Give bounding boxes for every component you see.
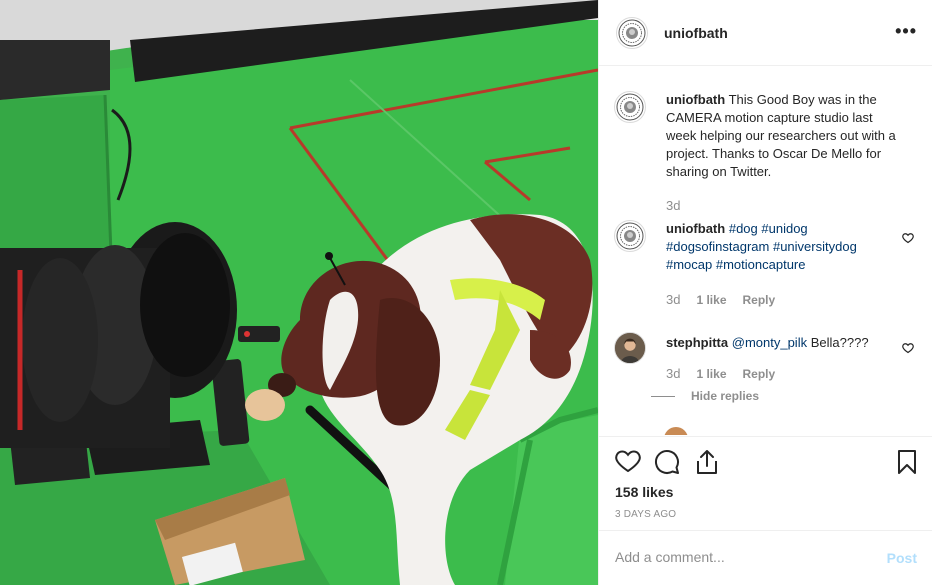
post-date[interactable]: 3 DAYS AGO <box>615 509 676 520</box>
comment-likes[interactable]: 1 like <box>696 367 726 381</box>
hashtag-link[interactable]: #motioncapture <box>716 257 806 272</box>
add-comment-bar: Post <box>599 530 932 585</box>
reply-button[interactable]: Reply <box>743 293 776 307</box>
post-header: uniofbath ••• <box>599 0 932 66</box>
more-icon[interactable]: ••• <box>895 22 917 40</box>
post-comment-button[interactable]: Post <box>887 550 917 566</box>
comment-username[interactable]: uniofbath <box>666 92 725 107</box>
comment-body: uniofbath This Good Boy was in the CAMER… <box>666 91 896 181</box>
comment-meta: 3d 1 like Reply <box>666 366 775 381</box>
hashtag-comment: uniofbath #dog #unidog #dogsofinstagram … <box>614 220 914 310</box>
hashtag-link[interactable]: #unidog <box>761 221 807 236</box>
avatar[interactable] <box>614 332 646 364</box>
like-comment-heart-icon[interactable] <box>902 232 914 244</box>
comment-likes[interactable]: 1 like <box>696 293 726 307</box>
comment-body: stephpitta @monty_pilk Bella???? <box>666 334 896 352</box>
comment-body: uniofbath #dog #unidog #dogsofinstagram … <box>666 220 896 274</box>
university-seal-icon <box>616 222 644 250</box>
comment-time[interactable]: 3d <box>666 366 680 381</box>
comment-time[interactable]: 3d <box>666 292 680 307</box>
avatar[interactable] <box>614 220 646 252</box>
avatar[interactable] <box>616 16 648 49</box>
user-photo-icon <box>615 333 645 363</box>
comment-username[interactable]: stephpitta <box>666 335 728 350</box>
reply-comment: stephpitta @monty_pilk Bella???? 3d 1 li… <box>614 332 914 422</box>
avatar[interactable] <box>614 91 646 123</box>
hide-replies-button[interactable]: Hide replies <box>651 389 759 403</box>
hashtag-link[interactable]: #universitydog <box>773 239 857 254</box>
share-icon[interactable] <box>695 449 719 475</box>
comment-meta: 3d <box>666 198 680 213</box>
add-comment-input[interactable] <box>615 549 875 565</box>
post-photo[interactable] <box>0 0 598 585</box>
next-comment-avatar[interactable] <box>664 427 688 435</box>
bookmark-icon[interactable] <box>897 449 917 475</box>
university-seal-icon <box>616 93 644 121</box>
caption-comment: uniofbath This Good Boy was in the CAMER… <box>614 91 914 231</box>
likes-count[interactable]: 158 likes <box>615 484 673 500</box>
reply-button[interactable]: Reply <box>743 367 776 381</box>
post-side-panel: uniofbath ••• uniofbath This Good Boy wa… <box>598 0 932 585</box>
comments-list[interactable]: uniofbath This Good Boy was in the CAMER… <box>599 67 932 435</box>
post-actions: 158 likes 3 DAYS AGO <box>599 436 932 530</box>
dog-in-studio-image <box>0 0 598 585</box>
university-seal-icon <box>618 19 646 46</box>
hashtag-link[interactable]: #mocap <box>666 257 712 272</box>
comment-time[interactable]: 3d <box>666 198 680 213</box>
comment-meta: 3d 1 like Reply <box>666 292 775 307</box>
hashtag-link[interactable]: #dog <box>729 221 758 236</box>
comment-icon[interactable] <box>654 449 680 475</box>
post-author-username[interactable]: uniofbath <box>664 25 728 41</box>
comment-username[interactable]: uniofbath <box>666 221 725 236</box>
heart-icon[interactable] <box>615 449 641 473</box>
comment-text: Bella???? <box>810 335 869 350</box>
replies-divider-line <box>651 395 675 397</box>
hashtag-link[interactable]: #dogsofinstagram <box>666 239 769 254</box>
mention-link[interactable]: @monty_pilk <box>732 335 807 350</box>
like-comment-heart-icon[interactable] <box>902 342 914 354</box>
hide-replies-label: Hide replies <box>691 389 760 403</box>
